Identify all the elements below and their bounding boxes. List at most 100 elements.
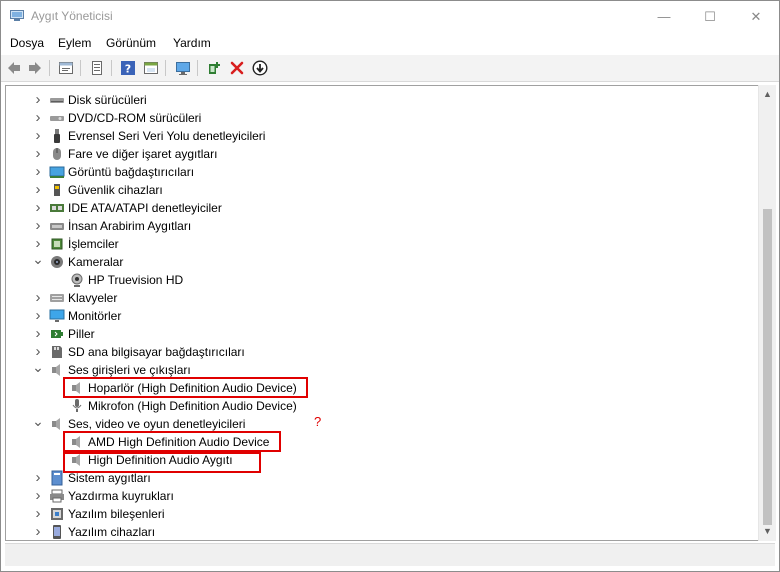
chevron-right-icon[interactable]: › (31, 145, 45, 163)
chevron-right-icon[interactable]: › (31, 505, 45, 523)
help-icon: ? (121, 61, 135, 76)
tree-device[interactable]: Mikrofon (High Definition Audio Device) (6, 397, 746, 415)
title-bar[interactable]: Aygıt Yöneticisi — ☐ ✕ (1, 1, 779, 32)
tree-category[interactable]: › Monitörler (6, 307, 746, 325)
tree-item-label: Piller (68, 327, 95, 341)
window-title: Aygıt Yöneticisi (31, 9, 113, 23)
close-icon: ✕ (750, 8, 762, 24)
tree-category[interactable]: › Güvenlik cihazları (6, 181, 746, 199)
tree-item-label: SD ana bilgisayar bağdaştırıcıları (68, 345, 245, 359)
microphone-icon (69, 398, 85, 414)
close-button[interactable]: ✕ (733, 1, 779, 32)
menu-dosya[interactable]: Dosya (10, 36, 44, 50)
properties-button[interactable] (56, 58, 76, 78)
chevron-right-icon[interactable]: › (31, 163, 45, 181)
vertical-scrollbar[interactable]: ▲ ▼ (758, 85, 776, 541)
tree-item-label: Evrensel Seri Veri Yolu denetleyicileri (68, 129, 266, 143)
software-component-icon (49, 506, 65, 522)
tree-category[interactable]: › Piller (6, 325, 746, 343)
help-button[interactable]: ? (118, 58, 138, 78)
toolbar: ? (1, 55, 779, 82)
tree-device[interactable]: HP Truevision HD (6, 271, 746, 289)
device-tree[interactable]: › Disk sürücüleri › DVD/CD-ROM sürücüleri › E… (5, 85, 759, 541)
menu-eylem[interactable]: Eylem (58, 36, 91, 50)
usb-icon (49, 128, 65, 144)
add-driver-icon (209, 62, 220, 74)
chevron-right-icon[interactable]: › (31, 199, 45, 217)
tree-category[interactable]: › DVD/CD-ROM sürücüleri (6, 109, 746, 127)
tree-category[interactable]: › Disk sürücüleri (6, 91, 746, 109)
tree-item-label: Monitörler (68, 309, 122, 323)
scroll-up-arrow-icon[interactable]: ▲ (762, 89, 773, 99)
monitor-icon (176, 62, 190, 75)
monitor-icon (49, 308, 65, 324)
chevron-right-icon[interactable]: › (31, 91, 45, 109)
tree-category[interactable]: › Görüntü bağdaştırıcıları (6, 163, 746, 181)
tree-item-label: Mikrofon (High Definition Audio Device) (88, 399, 297, 413)
update-driver-button[interactable] (87, 58, 107, 78)
tree-item-label: DVD/CD-ROM sürücüleri (68, 111, 202, 125)
chevron-right-icon[interactable]: › (31, 487, 45, 505)
uninstall-button[interactable] (227, 58, 247, 78)
tree-category[interactable]: › IDE ATA/ATAPI denetleyiciler (6, 199, 746, 217)
toolbar-separator (111, 60, 112, 76)
tree-category[interactable]: › İnsan Arabirim Aygıtları (6, 217, 746, 235)
status-bar (5, 543, 775, 566)
back-icon (8, 62, 20, 74)
tree-item-label: Disk sürücüleri (68, 93, 147, 107)
chevron-right-icon[interactable]: › (31, 217, 45, 235)
tree-category[interactable]: › Yazılım cihazları (6, 523, 746, 540)
scroll-down-arrow-icon[interactable]: ▼ (762, 526, 773, 536)
tree-category[interactable]: › Fare ve diğer işaret aygıtları (6, 145, 746, 163)
chevron-right-icon[interactable]: › (31, 469, 45, 487)
tree-item-label: Yazılım cihazları (68, 525, 156, 539)
properties-icon (59, 62, 73, 74)
chevron-right-icon[interactable]: › (31, 181, 45, 199)
device-manager-window: Aygıt Yöneticisi — ☐ ✕ Dosya Eylem Görün… (0, 0, 780, 572)
tree-category[interactable]: › Evrensel Seri Veri Yolu denetleyicileri (6, 127, 746, 145)
chevron-right-icon[interactable]: › (31, 127, 45, 145)
tree-item-label: Güvenlik cihazları (68, 183, 163, 197)
tree-category[interactable]: › Klavyeler (6, 289, 746, 307)
minimize-button[interactable]: — (641, 1, 687, 32)
download-icon (252, 60, 268, 76)
speaker-icon (49, 362, 65, 378)
tree-item-label: İşlemciler (68, 237, 119, 251)
highlight-box (63, 431, 281, 452)
chevron-right-icon[interactable]: › (31, 109, 45, 127)
tree-item-label: Kameralar (68, 255, 124, 269)
back-button[interactable] (4, 58, 24, 78)
scrollbar-thumb[interactable] (763, 209, 772, 525)
chevron-right-icon[interactable]: › (31, 289, 45, 307)
download-button[interactable] (250, 58, 270, 78)
tree-item-label: Yazdırma kuyrukları (68, 489, 174, 503)
tree-item-label: HP Truevision HD (88, 273, 184, 287)
add-driver-button[interactable] (204, 58, 224, 78)
chevron-right-icon[interactable]: › (31, 325, 45, 343)
tree-category[interactable]: › SD ana bilgisayar bağdaştırıcıları (6, 343, 746, 361)
tree-category[interactable]: › Yazdırma kuyrukları (6, 487, 746, 505)
menu-yardim[interactable]: Yardım (173, 36, 211, 50)
device-manager-app-icon (10, 10, 24, 21)
disk-drive-icon (49, 92, 65, 108)
display-adapter-icon (49, 164, 65, 180)
tree-item-label: IDE ATA/ATAPI denetleyiciler (68, 201, 222, 215)
forward-button[interactable] (25, 58, 45, 78)
tree-category[interactable]: › Yazılım bileşenleri (6, 505, 746, 523)
menu-bar: Dosya Eylem Görünüm Yardım (1, 32, 779, 54)
chevron-down-icon[interactable]: ⌄ (31, 252, 45, 271)
tree-category[interactable]: ⌄ Kameralar (6, 252, 746, 271)
tree-item-label: Görüntü bağdaştırıcıları (68, 165, 195, 179)
chevron-right-icon[interactable]: › (31, 523, 45, 540)
scan-hardware-button[interactable] (173, 58, 193, 78)
tree-category[interactable]: › İşlemciler (6, 235, 746, 253)
maximize-button[interactable]: ☐ (687, 1, 733, 32)
chevron-right-icon[interactable]: › (31, 307, 45, 325)
toolbar-separator (49, 60, 50, 76)
chevron-down-icon[interactable]: ⌄ (31, 360, 45, 379)
toolbar-separator (80, 60, 81, 76)
tree-item-label: Klavyeler (68, 291, 118, 305)
menu-gorunum[interactable]: Görünüm (106, 36, 156, 50)
chevron-down-icon[interactable]: ⌄ (31, 414, 45, 433)
view-button[interactable] (141, 58, 161, 78)
